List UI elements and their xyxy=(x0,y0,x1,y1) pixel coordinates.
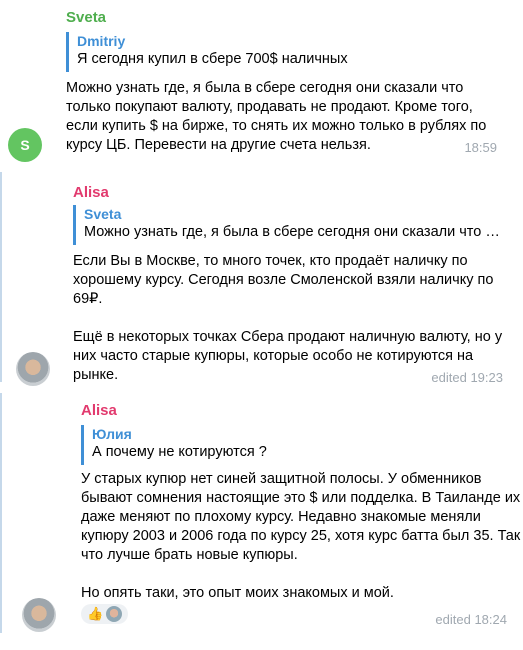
message-time: 18:59 xyxy=(464,140,497,155)
avatar-initial: S xyxy=(20,137,30,153)
reactions[interactable]: 👍 xyxy=(81,604,129,624)
thread-indicator xyxy=(0,393,2,633)
reply-sender-name: Sveta xyxy=(84,206,122,222)
sender-name[interactable]: Sveta xyxy=(66,9,106,26)
reply-quote[interactable]: Dmitriy Я сегодня купил в сбере 700$ нал… xyxy=(66,32,486,72)
avatar[interactable]: S xyxy=(8,128,42,162)
message-text: У старых купюр нет синей защитной полосы… xyxy=(81,471,521,601)
avatar[interactable] xyxy=(16,352,50,386)
message-time: edited 18:24 xyxy=(435,612,507,627)
message-time: edited 19:23 xyxy=(431,370,503,385)
message-text: Можно узнать где, я была в сбере сегодня… xyxy=(66,80,487,153)
avatar[interactable] xyxy=(22,598,56,632)
message-bubble[interactable]: Alisa Юлия А почему не котируются ? У ст… xyxy=(68,394,520,634)
message-bubble[interactable]: Alisa Sveta Можно узнать где, я была в с… xyxy=(60,177,515,387)
reactor-avatar xyxy=(106,606,123,622)
reply-quote[interactable]: Sveta Можно узнать где, я была в сбере с… xyxy=(73,205,503,245)
sender-name[interactable]: Alisa xyxy=(73,184,109,201)
sender-name[interactable]: Alisa xyxy=(81,402,117,419)
message-bubble[interactable]: Sveta Dmitriy Я сегодня купил в сбере 70… xyxy=(52,0,517,163)
thumbs-up-icon: 👍 xyxy=(87,606,104,621)
reply-quote[interactable]: Юлия А почему не котируются ? xyxy=(81,425,501,465)
reply-sender-name: Юлия xyxy=(92,426,132,442)
reply-text: Можно узнать где, я была в сбере сегодня… xyxy=(84,224,503,240)
reply-sender-name: Dmitriy xyxy=(77,33,126,49)
message-text: Если Вы в Москве, то много точек, кто пр… xyxy=(73,253,503,383)
reply-text: А почему не котируются ? xyxy=(92,444,267,460)
reply-text: Я сегодня купил в сбере 700$ наличных xyxy=(77,51,348,67)
thread-indicator xyxy=(0,172,2,382)
